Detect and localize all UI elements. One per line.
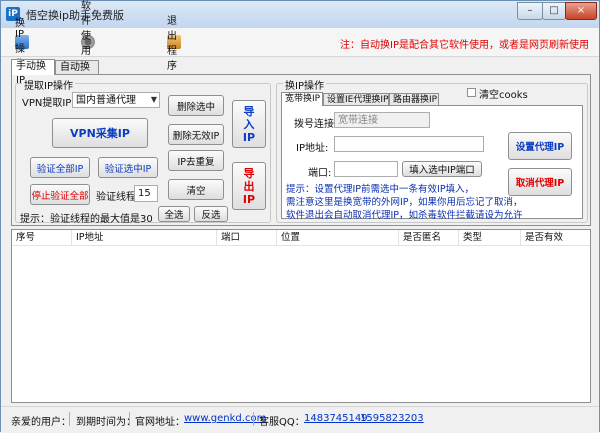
ip-address-label: IP地址: bbox=[296, 143, 329, 154]
import-ip-button[interactable]: 导入IP bbox=[232, 100, 266, 148]
verify-selected-button[interactable]: 验证选中IP bbox=[98, 157, 158, 178]
column-header-anonymous[interactable]: 是否匿名 bbox=[399, 230, 459, 245]
threads-input[interactable]: 15 bbox=[134, 185, 158, 202]
stop-verify-button[interactable]: 停止验证全部 bbox=[30, 184, 90, 205]
column-header-valid[interactable]: 是否有效 bbox=[521, 230, 590, 245]
port-input[interactable] bbox=[334, 161, 398, 177]
status-expiry-label: 到期时间为： bbox=[76, 417, 136, 428]
column-header-location[interactable]: 位置 bbox=[277, 230, 399, 245]
clear-button[interactable]: 清空 bbox=[168, 179, 224, 200]
toolbar-notice: 注：自动换IP是配合其它软件使用，或者是网页刷新使用 bbox=[340, 40, 589, 51]
invert-select-button[interactable]: 反选 bbox=[194, 206, 228, 222]
window-title: 悟空换ip助手免费版 bbox=[26, 9, 125, 22]
threads-hint: 提示：验证线程的最大值是30 bbox=[20, 214, 153, 225]
delete-selected-button[interactable]: 删除选中 bbox=[168, 95, 224, 116]
fill-selected-ip-button[interactable]: 填入选中IP端口 bbox=[402, 161, 482, 177]
status-user-label: 亲爱的用户： bbox=[11, 417, 71, 428]
close-button[interactable]: × bbox=[565, 2, 597, 20]
switch-ip-legend: 换IP操作 bbox=[283, 77, 326, 92]
toolbar-guide[interactable]: 软件使用指南 bbox=[81, 1, 99, 87]
status-separator bbox=[69, 412, 70, 426]
minimize-button[interactable]: – bbox=[517, 2, 543, 20]
tab-manual-ip[interactable]: 手动换IP bbox=[11, 59, 55, 86]
tab-auto-ip[interactable]: 自动换IP bbox=[55, 60, 99, 87]
column-header-index[interactable]: 序号 bbox=[12, 230, 72, 245]
column-header-type[interactable]: 类型 bbox=[459, 230, 521, 245]
switch-ip-group: 换IP操作 清空cooks 宽带换IP 设置IE代理换IP 路由器换IP 拨号连… bbox=[276, 77, 588, 223]
status-separator bbox=[129, 412, 130, 426]
fetch-ip-group: 提取IP操作 VPN提取IP 国内普通代理 ▼ VPN采集IP 删除选中 删除无… bbox=[15, 77, 271, 225]
toolbar-exit[interactable]: 退出程序 bbox=[167, 16, 185, 72]
cancel-proxy-ip-button[interactable]: 取消代理IP bbox=[508, 168, 572, 196]
clear-cookies-label: 清空cooks bbox=[479, 90, 528, 101]
maximize-button[interactable]: □ bbox=[542, 2, 566, 20]
tab-broadband-ip[interactable]: 宽带换IP bbox=[281, 92, 323, 106]
column-header-port[interactable]: 端口 bbox=[217, 230, 277, 245]
manual-ip-panel: 提取IP操作 VPN提取IP 国内普通代理 ▼ VPN采集IP 删除选中 删除无… bbox=[11, 74, 591, 226]
toolbar-exit-label: 退出程序 bbox=[167, 16, 177, 72]
app-window: iP 悟空换ip助手免费版 – □ × 换IP操作 软件使用指南 退出程序 注：… bbox=[0, 0, 600, 433]
threads-label: 验证线程 bbox=[96, 192, 136, 203]
ip-list-header: 序号 IP地址 端口 位置 是否匿名 类型 是否有效 bbox=[12, 230, 590, 246]
broadband-ip-panel: 拨号连接 宽带连接 IP地址: 端口: 填入选中IP端口 设置代理IP 取消代理… bbox=[281, 105, 583, 221]
status-separator bbox=[253, 412, 254, 426]
proxy-hint-line-3: 软件退出会自动取消代理IP，如杀毒软件拦截请设为允许 bbox=[286, 210, 523, 221]
vpn-proxy-select[interactable]: 国内普通代理 ▼ bbox=[72, 92, 160, 108]
qq-link-1[interactable]: 1483745149 bbox=[304, 413, 368, 424]
set-proxy-ip-button[interactable]: 设置代理IP bbox=[508, 132, 572, 160]
delete-invalid-button[interactable]: 删除无效IP bbox=[168, 124, 224, 145]
ip-address-input[interactable] bbox=[334, 136, 484, 152]
qq-link-2[interactable]: 1595823203 bbox=[360, 413, 424, 424]
ip-list-table[interactable]: 序号 IP地址 端口 位置 是否匿名 类型 是否有效 bbox=[11, 229, 591, 403]
select-all-button[interactable]: 全选 bbox=[158, 206, 190, 222]
dial-connection-field[interactable]: 宽带连接 bbox=[334, 112, 430, 128]
status-bar: 亲爱的用户： 到期时间为： 官网地址： www.genkd.com 客服QQ： … bbox=[1, 406, 599, 433]
ip-dedupe-button[interactable]: IP去重复 bbox=[168, 150, 224, 171]
toolbar-switch-ip[interactable]: 换IP操作 bbox=[15, 18, 33, 70]
vpn-fetch-label: VPN提取IP bbox=[22, 98, 72, 109]
tab-ie-proxy-ip[interactable]: 设置IE代理换IP bbox=[323, 93, 389, 105]
status-qq-label: 客服QQ： bbox=[259, 417, 305, 428]
dial-label: 拨号连接 bbox=[294, 119, 334, 130]
column-header-ip[interactable]: IP地址 bbox=[72, 230, 217, 245]
verify-all-button[interactable]: 验证全部IP bbox=[30, 157, 90, 178]
vpn-collect-button[interactable]: VPN采集IP bbox=[52, 118, 148, 148]
port-label: 端口: bbox=[308, 168, 332, 179]
vpn-proxy-select-value: 国内普通代理 bbox=[76, 95, 136, 106]
chevron-down-icon: ▼ bbox=[150, 95, 157, 104]
tab-router-ip[interactable]: 路由器换IP bbox=[389, 93, 439, 105]
clear-cookies-checkbox[interactable] bbox=[467, 88, 476, 97]
status-site-label: 官网地址： bbox=[135, 417, 185, 428]
toolbar: 换IP操作 软件使用指南 退出程序 注：自动换IP是配合其它软件使用，或者是网页… bbox=[1, 1, 599, 87]
proxy-hint-line-1: 提示：设置代理IP前需选中一条有效IP填入， bbox=[286, 184, 475, 195]
export-ip-button[interactable]: 导出IP bbox=[232, 162, 266, 210]
fetch-ip-legend: 提取IP操作 bbox=[22, 77, 75, 92]
proxy-hint-line-2: 需注意这里是换宽带的外网IP，如果你用后忘记了取消， bbox=[286, 197, 523, 208]
